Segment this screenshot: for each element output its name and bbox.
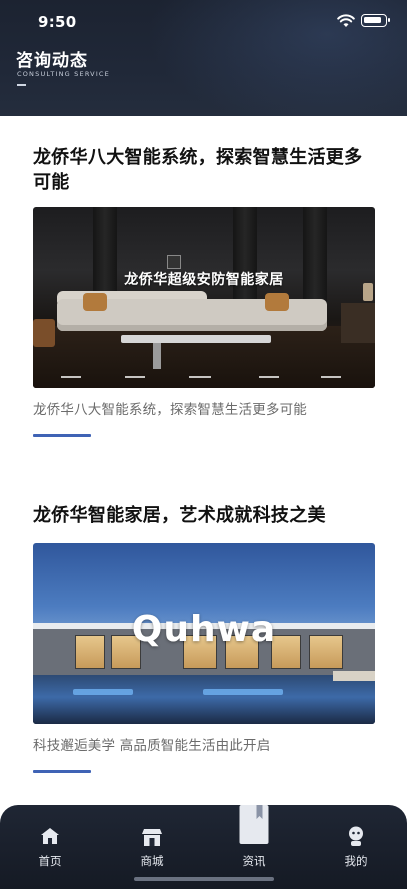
article-title[interactable]: 龙侨华智能家居，艺术成就科技之美 <box>33 503 375 528</box>
tab-store[interactable]: 商城 <box>112 805 192 875</box>
pillow <box>83 293 107 311</box>
coffee-table <box>121 335 271 343</box>
article-caption: 龙侨华八大智能系统，探索智慧生活更多可能 <box>33 402 307 418</box>
home-icon <box>41 828 59 844</box>
table-base <box>153 343 161 369</box>
status-bar: 9:50 <box>0 0 407 44</box>
tab-profile[interactable]: 我的 <box>316 805 396 875</box>
tab-news[interactable]: 资讯 <box>214 805 294 875</box>
floor-light <box>259 376 279 378</box>
page-header: 9:50 咨询动态 CONSULTING SERVICE <box>0 0 407 116</box>
pool-light <box>203 689 283 695</box>
article-caption: 科技邂逅美学 高品质智能生活由此开启 <box>33 738 271 754</box>
article-card[interactable]: 龙侨华八大智能系统，探索智慧生活更多可能 龙侨华超级安防智能家居 龙侨华八大智能… <box>33 145 375 437</box>
battery-icon <box>361 14 390 27</box>
tab-label: 商城 <box>140 854 164 868</box>
home-indicator <box>134 877 274 881</box>
store-icon <box>142 829 162 846</box>
cabinet <box>341 303 375 343</box>
floor-light <box>321 376 341 378</box>
deck <box>333 671 375 681</box>
tab-label: 资讯 <box>242 854 266 868</box>
ottoman <box>33 319 55 347</box>
floor-light <box>189 376 211 378</box>
floor-light <box>61 376 81 378</box>
article-image[interactable]: 龙侨华超级安防智能家居 <box>33 207 375 388</box>
wall-screen <box>167 255 181 269</box>
tab-label: 我的 <box>344 854 368 868</box>
article-image[interactable]: Quhwa <box>33 543 375 724</box>
article-card[interactable]: 龙侨华智能家居，艺术成就科技之美 Quhwa 科技邂逅美学 高品质智能生活由此开… <box>33 503 375 773</box>
news-icon <box>239 805 269 844</box>
page-title: 咨询动态 <box>16 51 88 71</box>
title-underline <box>17 84 26 86</box>
tab-home[interactable]: 首页 <box>10 805 90 875</box>
page-subtitle: CONSULTING SERVICE <box>17 70 110 78</box>
status-time: 9:50 <box>38 13 77 31</box>
tab-label: 首页 <box>38 854 62 868</box>
pool <box>33 675 375 724</box>
article-accent-bar <box>33 434 91 437</box>
pillow <box>265 293 289 311</box>
article-accent-bar <box>33 770 91 773</box>
article-title[interactable]: 龙侨华八大智能系统，探索智慧生活更多可能 <box>33 145 375 195</box>
profile-icon <box>349 826 363 846</box>
pool-light <box>73 689 133 695</box>
floor-light <box>125 376 145 378</box>
image-overlay-text: 龙侨华超级安防智能家居 <box>124 272 284 288</box>
brand-logo: Quhwa <box>131 609 277 650</box>
wifi-icon <box>337 14 355 27</box>
